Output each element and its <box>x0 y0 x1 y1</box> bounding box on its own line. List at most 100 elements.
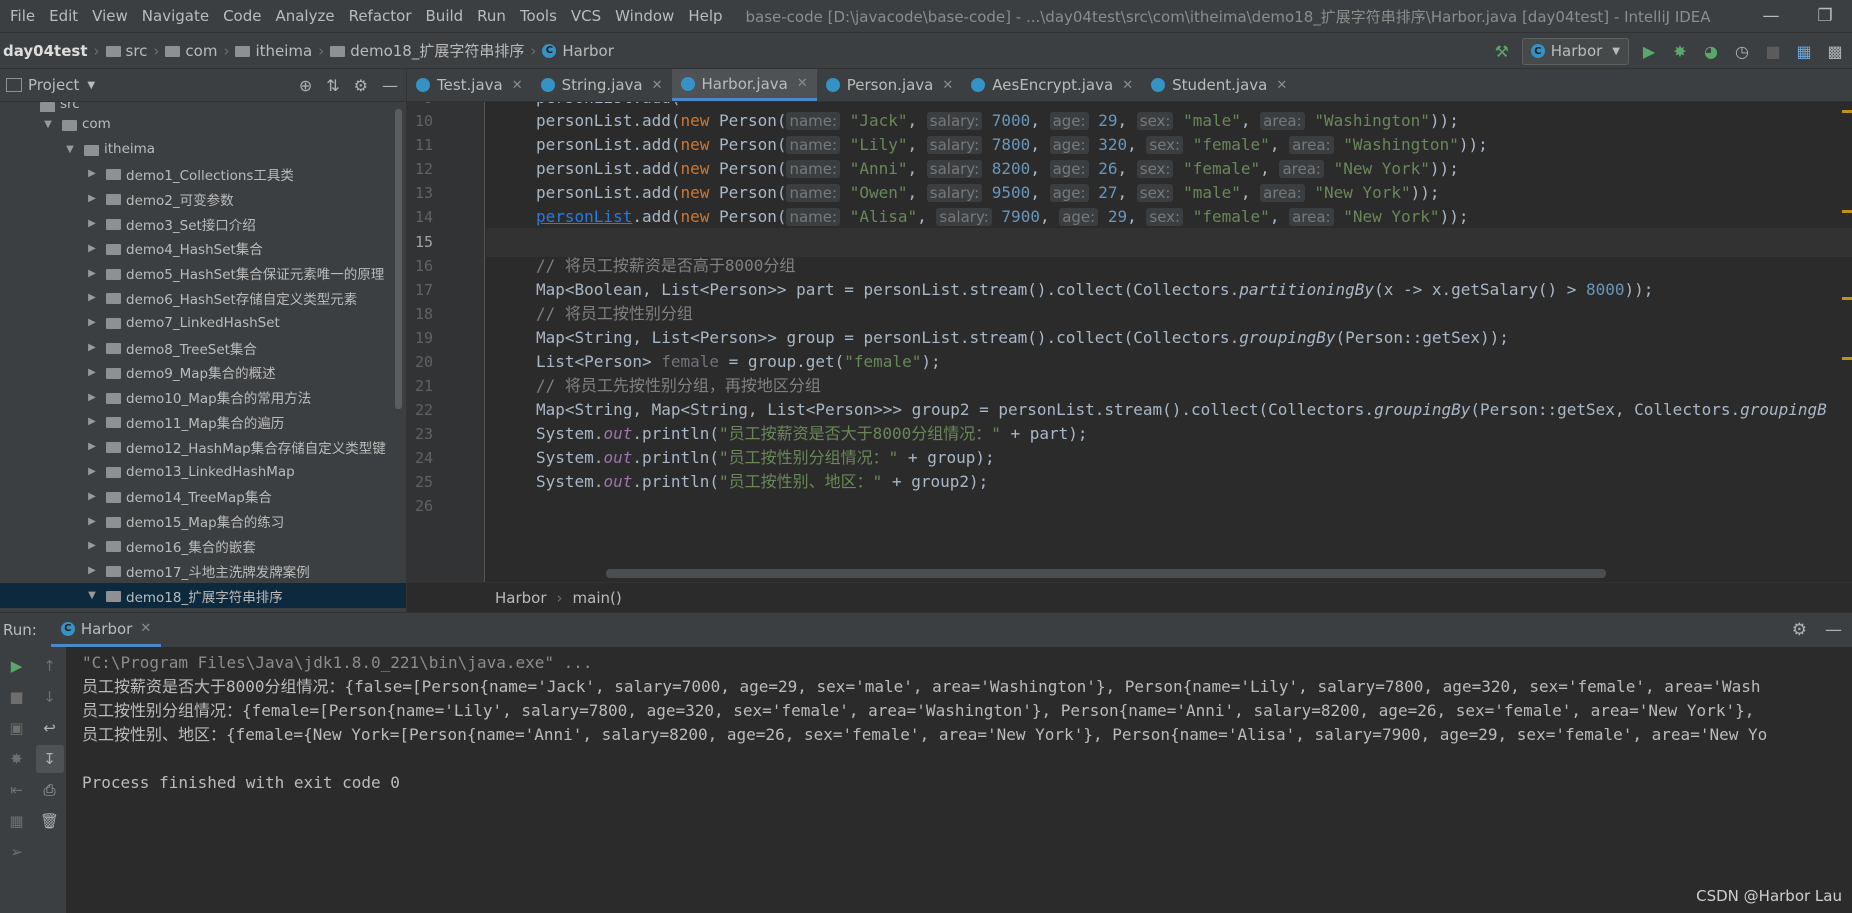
tree-item-com[interactable]: ▼ com <box>0 112 406 137</box>
menu-edit[interactable]: Edit <box>42 7 85 25</box>
menu-view[interactable]: View <box>85 7 135 25</box>
tree-item-package[interactable]: ▶ demo6_HashSet存储自定义类型元素 <box>0 286 406 311</box>
tree-item-src[interactable]: src <box>0 102 406 112</box>
run-icon[interactable]: ▶ <box>1638 40 1660 62</box>
coverage-icon[interactable]: ◕ <box>1700 40 1722 62</box>
code-area[interactable]: personList.add( personList.add(new Perso… <box>486 102 1852 582</box>
project-scrollbar[interactable] <box>395 109 402 409</box>
tab-student-java[interactable]: Student.java ✕ <box>1142 69 1296 101</box>
editor-breadcrumb-method[interactable]: main() <box>573 589 622 607</box>
expanded-arrow-icon[interactable]: ▼ <box>86 590 98 601</box>
project-view-selector[interactable]: Project <box>28 76 79 94</box>
collapsed-arrow-icon[interactable]: ▶ <box>86 392 98 403</box>
breadcrumb-com[interactable]: com <box>185 42 217 60</box>
dropdown-arrow-icon[interactable]: ▼ <box>87 80 95 91</box>
restore-icon[interactable]: ❐ <box>1798 0 1852 32</box>
close-icon[interactable]: ✕ <box>652 78 663 93</box>
tab-string-java[interactable]: String.java ✕ <box>532 69 672 101</box>
tab-aesencrypt-java[interactable]: AesEncrypt.java ✕ <box>962 69 1142 101</box>
collapse-all-icon[interactable]: ⇅ <box>326 76 339 95</box>
debug-settings-icon[interactable]: ✸ <box>3 745 31 773</box>
build-hammer-icon[interactable]: ⚒ <box>1491 40 1513 62</box>
menu-code[interactable]: Code <box>216 7 268 25</box>
locate-icon[interactable]: ⊕ <box>299 76 312 95</box>
stop-icon[interactable]: ■ <box>3 683 31 711</box>
soft-wrap-icon[interactable]: ↩ <box>36 714 64 742</box>
close-icon[interactable]: ✕ <box>1122 78 1133 93</box>
collapsed-arrow-icon[interactable]: ▶ <box>86 540 98 551</box>
close-icon[interactable]: ✕ <box>140 621 151 636</box>
menu-window[interactable]: Window <box>608 7 681 25</box>
menu-tools[interactable]: Tools <box>513 7 564 25</box>
minimize-icon[interactable]: — <box>1744 0 1798 32</box>
gear-icon[interactable]: ⚙ <box>354 76 368 95</box>
code-link[interactable]: personList <box>536 207 632 226</box>
debug-icon[interactable]: ✸ <box>1669 40 1691 62</box>
collapsed-arrow-icon[interactable]: ▶ <box>86 342 98 353</box>
tree-item-package[interactable]: ▶ demo13_LinkedHashMap <box>0 459 406 484</box>
tree-item-package[interactable]: ▶ demo2_可变参数 <box>0 186 406 211</box>
tree-item-package[interactable]: ▶ demo16_集合的嵌套 <box>0 534 406 559</box>
tree-item-package[interactable]: ▶ demo14_TreeMap集合 <box>0 484 406 509</box>
collapsed-arrow-icon[interactable]: ▶ <box>86 168 98 179</box>
pin-icon[interactable]: ➢ <box>3 838 31 866</box>
tree-item-package[interactable]: ▶ demo1_Collections工具类 <box>0 162 406 187</box>
menu-run[interactable]: Run <box>470 7 513 25</box>
collapsed-arrow-icon[interactable]: ▶ <box>86 441 98 452</box>
tree-item-package[interactable]: ▶ demo17_斗地主洗牌发牌案例 <box>0 558 406 583</box>
scroll-to-end-icon[interactable]: ↧ <box>35 745 64 773</box>
close-icon[interactable]: ✕ <box>797 76 808 91</box>
close-icon[interactable]: ✕ <box>1276 78 1287 93</box>
collapsed-arrow-icon[interactable]: ▶ <box>86 491 98 502</box>
stop-icon[interactable]: ■ <box>1762 40 1784 62</box>
close-icon[interactable]: ✕ <box>942 78 953 93</box>
tab-harbor-java[interactable]: Harbor.java ✕ <box>671 69 817 101</box>
tab-person-java[interactable]: Person.java ✕ <box>817 69 963 101</box>
tree-item-package[interactable]: ▶ demo10_Map集合的常用方法 <box>0 385 406 410</box>
console-output[interactable]: "C:\Program Files\Java\jdk1.8.0_221\bin\… <box>66 647 1852 913</box>
project-structure-icon[interactable]: ▦ <box>1793 40 1815 62</box>
error-stripe-marker[interactable] <box>1842 110 1852 113</box>
collapsed-arrow-icon[interactable]: ▶ <box>86 516 98 527</box>
collapsed-arrow-icon[interactable]: ▶ <box>86 193 98 204</box>
breadcrumb-itheima[interactable]: itheima <box>255 42 312 60</box>
menu-navigate[interactable]: Navigate <box>135 7 216 25</box>
tree-item-package[interactable]: ▶ demo9_Map集合的概述 <box>0 360 406 385</box>
tab-test-java[interactable]: Test.java ✕ <box>407 69 532 101</box>
horizontal-scrollbar[interactable] <box>606 569 1606 578</box>
gear-icon[interactable]: ⚙ <box>1792 620 1807 640</box>
collapsed-arrow-icon[interactable]: ▶ <box>86 268 98 279</box>
layout-icon[interactable]: ▦ <box>3 807 31 835</box>
tree-item-package[interactable]: ▶ demo7_LinkedHashSet <box>0 310 406 335</box>
profile-icon[interactable]: ◷ <box>1731 40 1753 62</box>
collapsed-arrow-icon[interactable]: ▶ <box>86 218 98 229</box>
breadcrumb-class[interactable]: Harbor <box>562 42 614 60</box>
sdk-icon[interactable]: ▩ <box>1824 40 1846 62</box>
code-editor[interactable]: 9 10 11 12 13 14 15 16 17 18 19 20 21 22… <box>407 102 1852 582</box>
arrow-down-icon[interactable]: ↓ <box>36 683 64 711</box>
camera-icon[interactable]: ▣ <box>3 714 31 742</box>
expanded-arrow-icon[interactable]: ▼ <box>42 119 54 130</box>
menu-help[interactable]: Help <box>681 7 729 25</box>
arrow-up-icon[interactable]: ↑ <box>36 652 64 680</box>
menu-build[interactable]: Build <box>419 7 471 25</box>
tree-item-package[interactable]: ▶ demo3_Set接口介绍 <box>0 211 406 236</box>
error-stripe-marker[interactable] <box>1842 210 1852 213</box>
menu-analyze[interactable]: Analyze <box>268 7 341 25</box>
tree-item-package[interactable]: ▶ demo5_HashSet集合保证元素唯一的原理 <box>0 261 406 286</box>
breadcrumb-src[interactable]: src <box>126 42 148 60</box>
trash-icon[interactable]: 🗑 <box>36 807 64 835</box>
expanded-arrow-icon[interactable]: ▼ <box>64 144 76 155</box>
print-icon[interactable]: ⎙ <box>36 776 64 804</box>
exit-icon[interactable]: ⇤ <box>3 776 31 804</box>
tree-item-package[interactable]: ▶ demo11_Map集合的遍历 <box>0 410 406 435</box>
breadcrumb-demo18[interactable]: demo18_扩展字符串排序 <box>350 40 524 61</box>
tree-item-package[interactable]: ▶ demo15_Map集合的练习 <box>0 509 406 534</box>
collapsed-arrow-icon[interactable]: ▶ <box>86 243 98 254</box>
error-stripe-marker[interactable] <box>1842 357 1852 360</box>
collapsed-arrow-icon[interactable]: ▶ <box>86 416 98 427</box>
collapsed-arrow-icon[interactable]: ▶ <box>86 565 98 576</box>
hide-panel-icon[interactable]: — <box>382 76 398 95</box>
collapsed-arrow-icon[interactable]: ▶ <box>86 367 98 378</box>
menu-refactor[interactable]: Refactor <box>342 7 419 25</box>
